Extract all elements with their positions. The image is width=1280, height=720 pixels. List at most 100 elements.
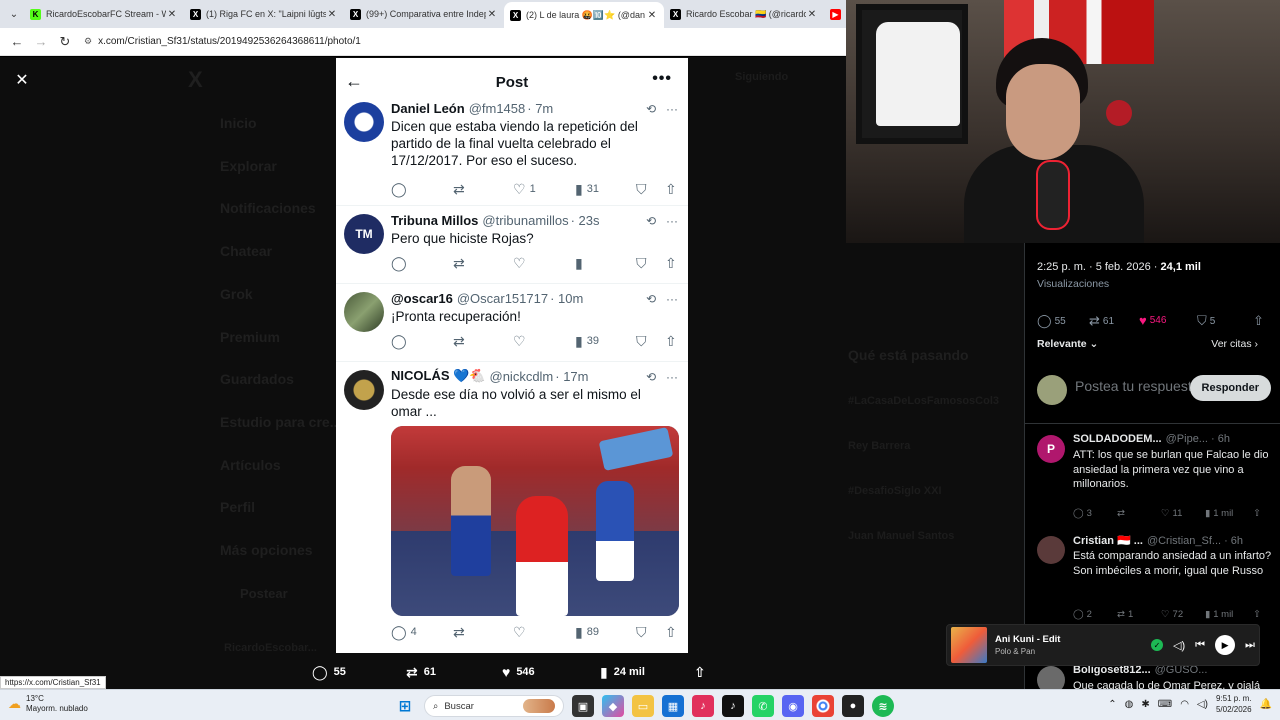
reply-item[interactable]: Cristian 🇮🇩 ... @Cristian_Sf... · 6h Está c… (1037, 532, 1273, 627)
repost-button[interactable]: ⇄ (453, 624, 465, 641)
bookmark-button[interactable]: ⛉ (636, 255, 647, 272)
like-button[interactable]: ♡ 11 (1161, 508, 1182, 519)
language-icon[interactable]: ⌨ (1158, 699, 1172, 710)
views-button[interactable]: ▮ 1 mil (1205, 508, 1233, 519)
grok-icon[interactable]: ⟲ (646, 214, 656, 228)
chevron-up-icon[interactable]: ⌃ (1108, 699, 1116, 710)
site-info-icon[interactable]: ⚙ (84, 36, 92, 47)
reply-time[interactable]: · 17m (555, 369, 588, 384)
reply-author-handle[interactable]: @fm1458 (469, 101, 526, 116)
my-avatar[interactable] (1037, 375, 1067, 405)
avatar[interactable] (344, 102, 384, 142)
volume-icon[interactable]: ◁) (1173, 639, 1185, 652)
reply-time[interactable]: · 23s (571, 213, 600, 228)
bookmark-button[interactable]: ⛉ (636, 333, 647, 350)
wifi-icon[interactable]: ◠ (1180, 699, 1189, 710)
taskbar-search[interactable]: ⌕ Buscar (424, 695, 564, 717)
next-track-icon[interactable]: ⏭ (1245, 639, 1255, 652)
reply-author-name[interactable]: Cristian 🇮🇩 ... (1073, 535, 1143, 547)
more-options-icon[interactable]: ••• (652, 70, 672, 88)
copilot-icon[interactable]: ◆ (602, 695, 624, 717)
tab-close-icon[interactable]: ✕ (326, 9, 338, 20)
photo-share-button[interactable]: ⇧ (694, 664, 706, 681)
reply-author-handle[interactable]: @Pipe... (1166, 433, 1208, 445)
reply-author-name[interactable]: @oscar16 (391, 291, 453, 306)
browser-tab[interactable]: X (1) Riga FC en X: "Laipni lūgts & ✕ (184, 3, 344, 25)
reply-author-handle[interactable]: @Oscar151717 (457, 291, 548, 306)
repost-button[interactable]: ⇄ 1 (1117, 609, 1133, 620)
reply-author-handle[interactable]: @Cristian_Sf... (1147, 535, 1221, 547)
post-bookmark-button[interactable]: ⛉ 5 (1197, 313, 1215, 329)
repost-button[interactable]: ⇄ (453, 181, 465, 198)
reply-item[interactable]: Daniel León @fm1458 · 7m ⟲ ··· Dicen que… (336, 98, 688, 206)
views-button[interactable]: ▮ 1 mil (1205, 609, 1233, 620)
album-art[interactable] (951, 627, 987, 663)
reply-more-icon[interactable]: ··· (666, 214, 678, 228)
sort-dropdown[interactable]: Relevante ⌄ (1037, 338, 1098, 350)
reply-item[interactable]: Boligoset812... @GUSO... Que cagada lo de … (1037, 662, 1273, 694)
browser-tab[interactable]: X Ricardo Escobar 🇨🇴 (@ricardo ✕ (664, 3, 824, 25)
reply-button[interactable]: ◯ (391, 181, 407, 198)
reply-input[interactable]: Postea tu respuesta (1075, 378, 1200, 394)
reply-button[interactable]: ◯ 3 (1073, 508, 1092, 519)
tiktok-alt-icon[interactable]: ♪ (722, 695, 744, 717)
post-timestamp[interactable]: 2:25 p. m. · 5 feb. 2026 · (1037, 261, 1157, 273)
task-view-icon[interactable]: ▣ (572, 695, 594, 717)
like-button[interactable]: ♡ (513, 624, 526, 641)
share-button[interactable]: ⇧ (1253, 508, 1261, 519)
repost-button[interactable]: ⇄ (453, 333, 465, 350)
notifications-icon[interactable]: 🔔 (1260, 699, 1272, 710)
share-button[interactable]: ⇧ (665, 624, 677, 641)
clock[interactable]: 9:51 p. m. 5/02/2026 (1216, 693, 1252, 715)
close-photo-icon[interactable]: ✕ (12, 70, 32, 90)
bookmark-button[interactable]: ⛉ (636, 624, 647, 641)
chrome-icon[interactable]: ● (812, 695, 834, 717)
tab-close-icon[interactable]: ✕ (806, 9, 818, 20)
avatar[interactable]: P (1037, 435, 1065, 463)
play-icon[interactable]: ▶ (1215, 635, 1236, 655)
browser-tab[interactable]: K RicardoEscobarFC Stream - Wa ✕ (24, 3, 184, 25)
photo-like-button[interactable]: ♥ 546 (502, 664, 535, 680)
bookmark-button[interactable]: ⛉ (636, 181, 647, 198)
reply-button[interactable]: ◯ 4 (391, 624, 417, 641)
share-button[interactable]: ⇧ (665, 333, 677, 350)
post-reply-button[interactable]: ◯ 55 (1037, 313, 1066, 329)
store-icon[interactable]: ▦ (662, 695, 684, 717)
avatar[interactable] (1037, 536, 1065, 564)
avatar[interactable]: TM (344, 214, 384, 254)
spotify-icon[interactable]: ≋ (872, 695, 894, 717)
reply-item[interactable]: NICOLÁS 💙🐔 @nickcdlm · 17m ⟲ ··· Desde e… (336, 362, 688, 653)
reply-author-name[interactable]: SOLDADODEM... (1073, 433, 1162, 445)
reply-button[interactable]: ◯ (391, 333, 407, 350)
bluetooth-icon[interactable]: ✱ (1141, 699, 1149, 710)
grok-icon[interactable]: ⟲ (646, 292, 656, 306)
browser-tab[interactable]: X (2) L de laura 🤬🔟⭐ (@dan ✕ (504, 2, 664, 28)
share-button[interactable]: ⇧ (665, 181, 677, 198)
back-icon[interactable]: ← (6, 31, 28, 53)
views-button[interactable]: ▮ (575, 255, 583, 272)
reply-more-icon[interactable]: ··· (666, 370, 678, 384)
repost-button[interactable]: ⇄ (453, 255, 465, 272)
share-button[interactable]: ⇧ (1253, 609, 1261, 620)
post-share-button[interactable]: ⇧ (1253, 313, 1264, 329)
reply-author-handle[interactable]: @nickcdlm (490, 369, 554, 384)
reply-more-icon[interactable]: ··· (666, 292, 678, 306)
browser-tab[interactable]: ▶P (824, 3, 846, 25)
reply-time[interactable]: · 6h (1224, 535, 1243, 547)
views-button[interactable]: ▮ 89 (575, 624, 599, 641)
reply-author-handle[interactable]: @tribunamillos (482, 213, 568, 228)
photo-reply-button[interactable]: ◯ 55 (312, 664, 346, 681)
views-button[interactable]: ▮ 39 (575, 333, 599, 350)
avatar[interactable] (344, 370, 384, 410)
file-explorer-icon[interactable]: ▭ (632, 695, 654, 717)
like-button[interactable]: ♡ 72 (1161, 609, 1183, 620)
views-button[interactable]: ▮ 31 (575, 181, 599, 198)
app-icon[interactable]: ● (842, 695, 864, 717)
saved-check-icon[interactable]: ✓ (1151, 639, 1163, 651)
reply-time[interactable]: · 7m (527, 101, 553, 116)
like-button[interactable]: ♡ (513, 333, 526, 350)
like-button[interactable]: ♡ 1 (513, 181, 536, 198)
url-field[interactable]: ⚙ x.com/Cristian_Sf31/status/20194925362… (84, 31, 846, 53)
reply-time[interactable]: · 10m (550, 291, 583, 306)
whatsapp-icon[interactable]: ✆ (752, 695, 774, 717)
